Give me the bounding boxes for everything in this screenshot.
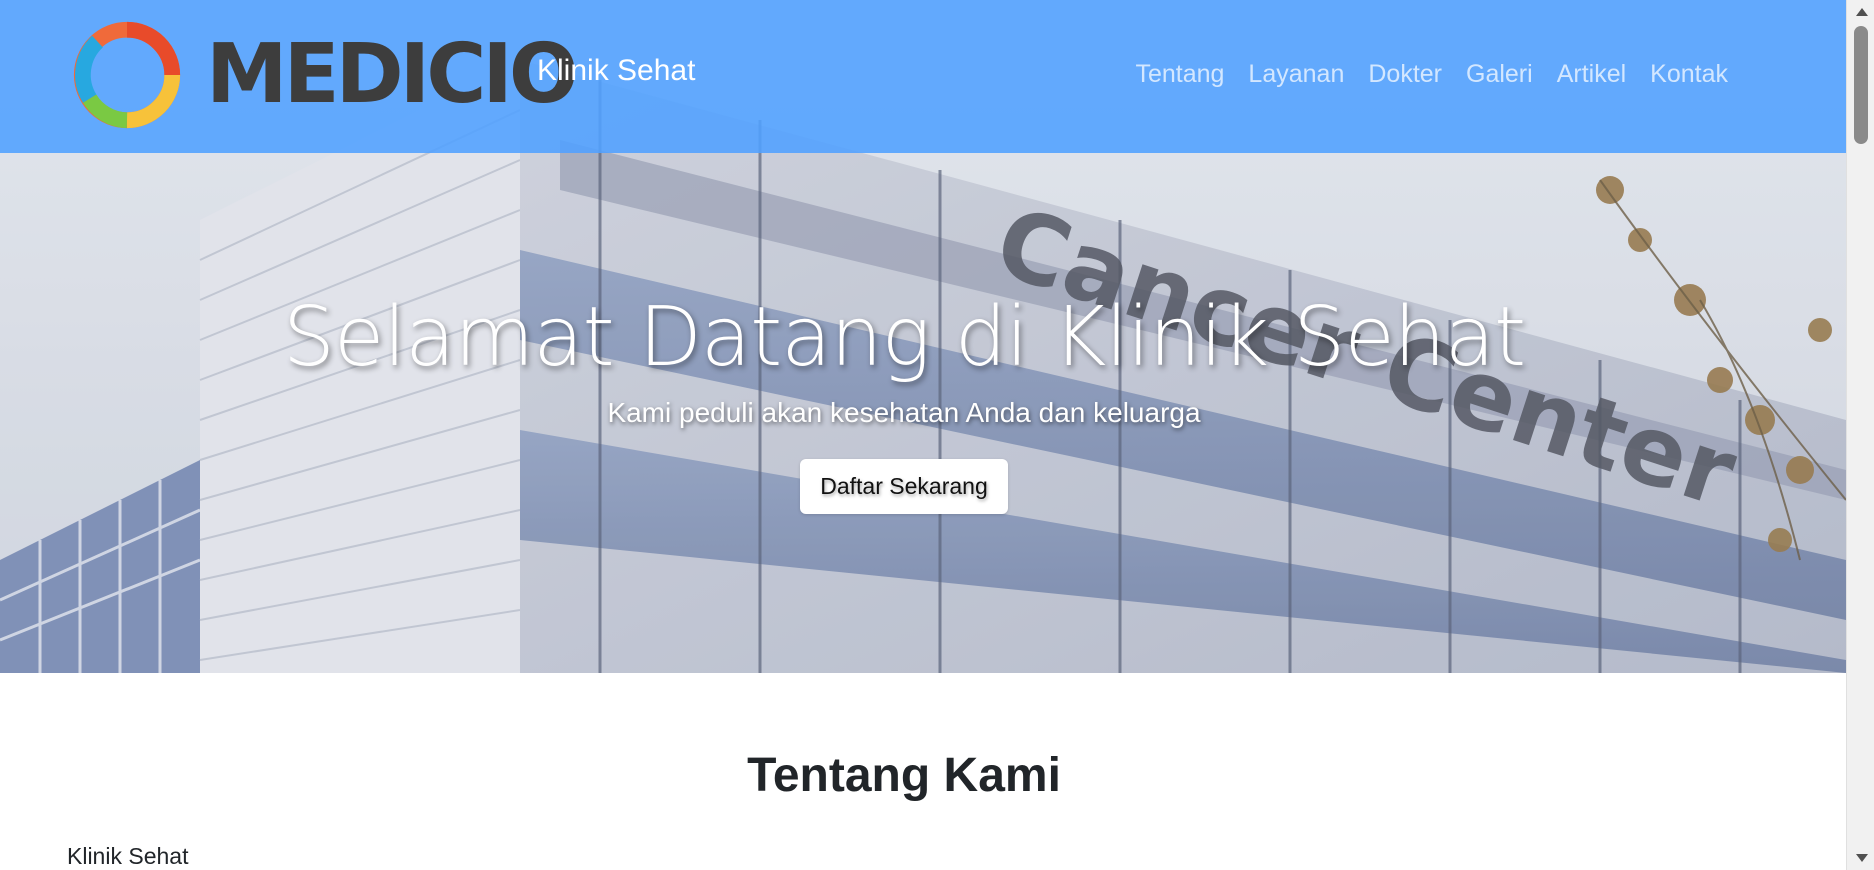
nav-link-kontak[interactable]: Kontak bbox=[1650, 60, 1728, 89]
viewport: Cancer Center Selamat Datang di Klinik S… bbox=[0, 0, 1846, 870]
vertical-scrollbar[interactable] bbox=[1846, 0, 1874, 870]
logo-wordmark: MEDICIO bbox=[206, 27, 579, 122]
scrollbar-thumb[interactable] bbox=[1854, 26, 1868, 144]
register-now-button[interactable]: Daftar Sekarang bbox=[800, 459, 1008, 514]
nav-link-dokter[interactable]: Dokter bbox=[1368, 60, 1442, 89]
brand-logo-link[interactable]: MEDICIO bbox=[68, 16, 579, 134]
navbar: MEDICIO Klinik Sehat Tentang Layanan Dok… bbox=[0, 0, 1846, 153]
page: Cancer Center Selamat Datang di Klinik S… bbox=[0, 0, 1874, 870]
medicio-ring-logo-icon bbox=[73, 21, 181, 129]
hero-content: Selamat Datang di Klinik Sehat Kami pedu… bbox=[0, 290, 1808, 514]
hero-subtitle: Kami peduli akan kesehatan Anda dan kelu… bbox=[607, 397, 1201, 428]
brand-name[interactable]: Klinik Sehat bbox=[537, 54, 695, 88]
about-section: Tentang Kami Klinik Sehat bbox=[0, 673, 1846, 870]
nav-links: Tentang Layanan Dokter Galeri Artikel Ko… bbox=[1111, 60, 1728, 89]
nav-link-galeri[interactable]: Galeri bbox=[1466, 60, 1533, 89]
about-text: Klinik Sehat bbox=[67, 843, 189, 869]
nav-link-layanan[interactable]: Layanan bbox=[1248, 60, 1344, 89]
scroll-up-arrow-icon[interactable] bbox=[1856, 8, 1868, 16]
nav-link-artikel[interactable]: Artikel bbox=[1557, 60, 1626, 89]
scroll-down-arrow-icon[interactable] bbox=[1856, 854, 1868, 862]
nav-link-tentang[interactable]: Tentang bbox=[1135, 60, 1224, 89]
hero-title: Selamat Datang di Klinik Sehat bbox=[282, 290, 1526, 385]
about-heading: Tentang Kami bbox=[747, 749, 1061, 802]
